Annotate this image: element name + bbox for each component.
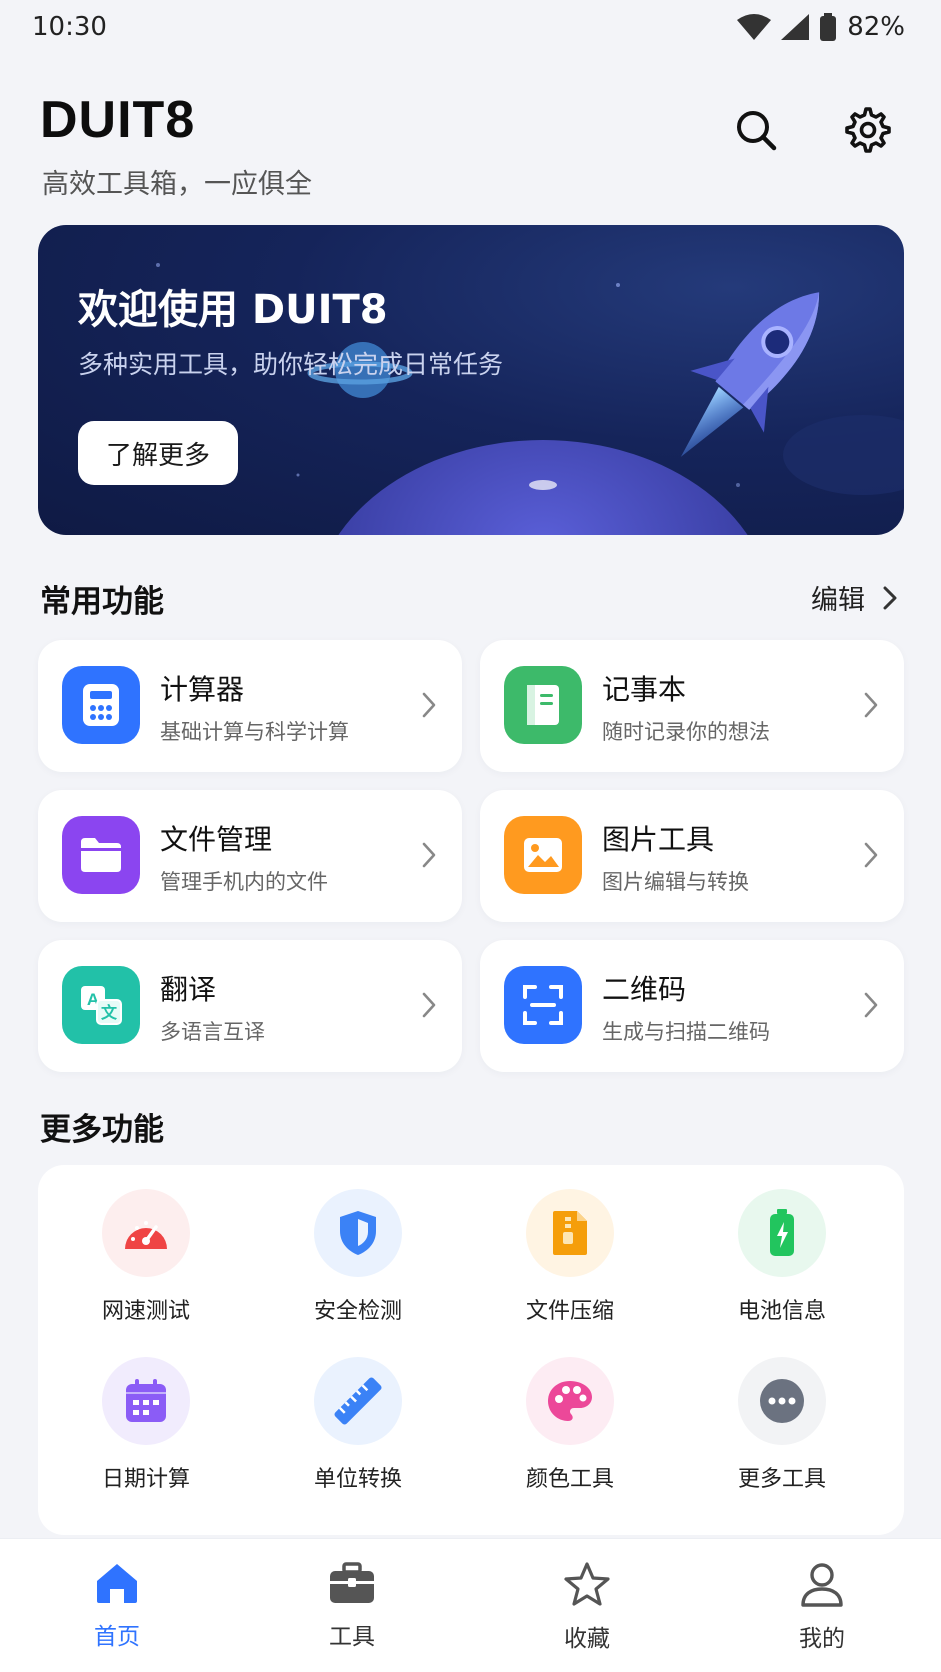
chevron-right-icon xyxy=(422,992,436,1018)
nav-profile[interactable]: 我的 xyxy=(762,1561,882,1653)
more-item-security-check[interactable]: 安全检测 xyxy=(258,1189,458,1325)
more-functions-panel: 网速测试 安全检测 文件压缩 电池信息 日期计算 单位转换 颜色工具 更多工具 xyxy=(38,1165,904,1535)
card-desc: 基础计算与科学计算 xyxy=(160,720,349,744)
wifi-icon xyxy=(737,14,772,40)
signal-icon xyxy=(781,14,810,40)
nav-label: 我的 xyxy=(799,1626,845,1652)
card-title: 图片工具 xyxy=(602,823,715,856)
more-item-label: 单位转换 xyxy=(313,1467,402,1492)
welcome-banner[interactable]: 欢迎使用 DUIT8 多种实用工具，助你轻松完成日常任务 了解更多 xyxy=(38,225,904,535)
more-item-battery-info[interactable]: 电池信息 xyxy=(682,1189,882,1325)
zip-file-icon xyxy=(526,1189,614,1277)
card-title: 计算器 xyxy=(160,673,245,706)
common-section-title: 常用功能 xyxy=(40,584,164,620)
card-notebook[interactable]: 记事本 随时记录你的想法 xyxy=(480,640,904,772)
card-translate[interactable]: A文 翻译 多语言互译 xyxy=(38,940,462,1072)
card-desc: 管理手机内的文件 xyxy=(160,870,328,894)
more-item-color-tool[interactable]: 颜色工具 xyxy=(470,1357,670,1493)
chevron-right-icon xyxy=(422,842,436,868)
star-icon xyxy=(564,1562,610,1606)
chevron-right-icon xyxy=(864,992,878,1018)
translate-icon: A文 xyxy=(62,966,140,1044)
more-dots-icon xyxy=(738,1357,826,1445)
card-desc: 生成与扫描二维码 xyxy=(602,1020,770,1044)
nav-label: 首页 xyxy=(94,1624,140,1650)
edit-label: 编辑 xyxy=(811,585,865,616)
card-title: 记事本 xyxy=(602,673,687,706)
status-bar: 10:30 82% xyxy=(0,0,941,56)
card-title: 翻译 xyxy=(160,973,217,1006)
more-item-file-compress[interactable]: 文件压缩 xyxy=(470,1189,670,1325)
chevron-right-icon xyxy=(864,842,878,868)
gear-icon xyxy=(845,107,891,153)
shield-icon xyxy=(314,1189,402,1277)
speedometer-icon xyxy=(102,1189,190,1277)
card-file-manager[interactable]: 文件管理 管理手机内的文件 xyxy=(38,790,462,922)
toolbox-icon xyxy=(330,1562,374,1603)
more-section-title: 更多功能 xyxy=(40,1112,164,1148)
search-button[interactable] xyxy=(726,100,786,160)
card-desc: 图片编辑与转换 xyxy=(602,870,749,894)
battery-percent: 82% xyxy=(847,12,905,42)
search-icon xyxy=(737,111,777,151)
card-calculator[interactable]: 计算器 基础计算与科学计算 xyxy=(38,640,462,772)
calendar-icon xyxy=(102,1357,190,1445)
more-item-label: 电池信息 xyxy=(737,1299,826,1324)
nav-label: 收藏 xyxy=(564,1626,610,1652)
banner-subtitle: 多种实用工具，助你轻松完成日常任务 xyxy=(78,350,504,379)
nav-label: 工具 xyxy=(329,1624,375,1650)
status-time: 10:30 xyxy=(32,12,107,42)
edit-link[interactable]: 编辑 xyxy=(811,578,897,617)
folder-icon xyxy=(62,816,140,894)
calculator-icon xyxy=(62,666,140,744)
battery-icon xyxy=(820,13,837,41)
app-title: DUIT8 xyxy=(40,91,196,149)
chevron-right-icon xyxy=(883,586,897,609)
bottom-navigation: 首页 工具 收藏 我的 xyxy=(0,1538,941,1672)
card-title: 二维码 xyxy=(602,973,687,1006)
more-item-label: 颜色工具 xyxy=(525,1467,614,1492)
nav-home[interactable]: 首页 xyxy=(57,1561,177,1651)
user-icon xyxy=(801,1563,843,1607)
nav-tools[interactable]: 工具 xyxy=(292,1561,412,1651)
more-item-more-tools[interactable]: 更多工具 xyxy=(682,1357,882,1493)
palette-icon xyxy=(526,1357,614,1445)
more-item-unit-convert[interactable]: 单位转换 xyxy=(258,1357,458,1493)
status-icons: 82% xyxy=(737,12,905,42)
card-desc: 多语言互译 xyxy=(160,1020,265,1044)
qr-scan-icon xyxy=(504,966,582,1044)
card-qr-code[interactable]: 二维码 生成与扫描二维码 xyxy=(480,940,904,1072)
card-desc: 随时记录你的想法 xyxy=(602,720,770,744)
image-icon xyxy=(504,816,582,894)
card-image-tools[interactable]: 图片工具 图片编辑与转换 xyxy=(480,790,904,922)
learn-more-button[interactable]: 了解更多 xyxy=(78,421,238,485)
card-title: 文件管理 xyxy=(160,823,273,856)
notebook-icon xyxy=(504,666,582,744)
battery-icon xyxy=(738,1189,826,1277)
home-icon xyxy=(97,1564,137,1603)
more-item-label: 更多工具 xyxy=(737,1467,826,1492)
more-item-label: 文件压缩 xyxy=(525,1299,614,1324)
more-item-date-calc[interactable]: 日期计算 xyxy=(46,1357,246,1493)
nav-favorites[interactable]: 收藏 xyxy=(527,1561,647,1653)
more-item-speed-test[interactable]: 网速测试 xyxy=(46,1189,246,1325)
banner-title: 欢迎使用 DUIT8 xyxy=(78,287,388,333)
app-subtitle: 高效工具箱，一应俱全 xyxy=(42,169,312,200)
svg-text:文: 文 xyxy=(101,1003,118,1022)
settings-button[interactable] xyxy=(838,100,898,160)
chevron-right-icon xyxy=(422,692,436,718)
ruler-icon xyxy=(314,1357,402,1445)
more-item-label: 网速测试 xyxy=(101,1299,190,1324)
more-item-label: 日期计算 xyxy=(101,1467,190,1492)
chevron-right-icon xyxy=(864,692,878,718)
more-item-label: 安全检测 xyxy=(313,1299,402,1324)
